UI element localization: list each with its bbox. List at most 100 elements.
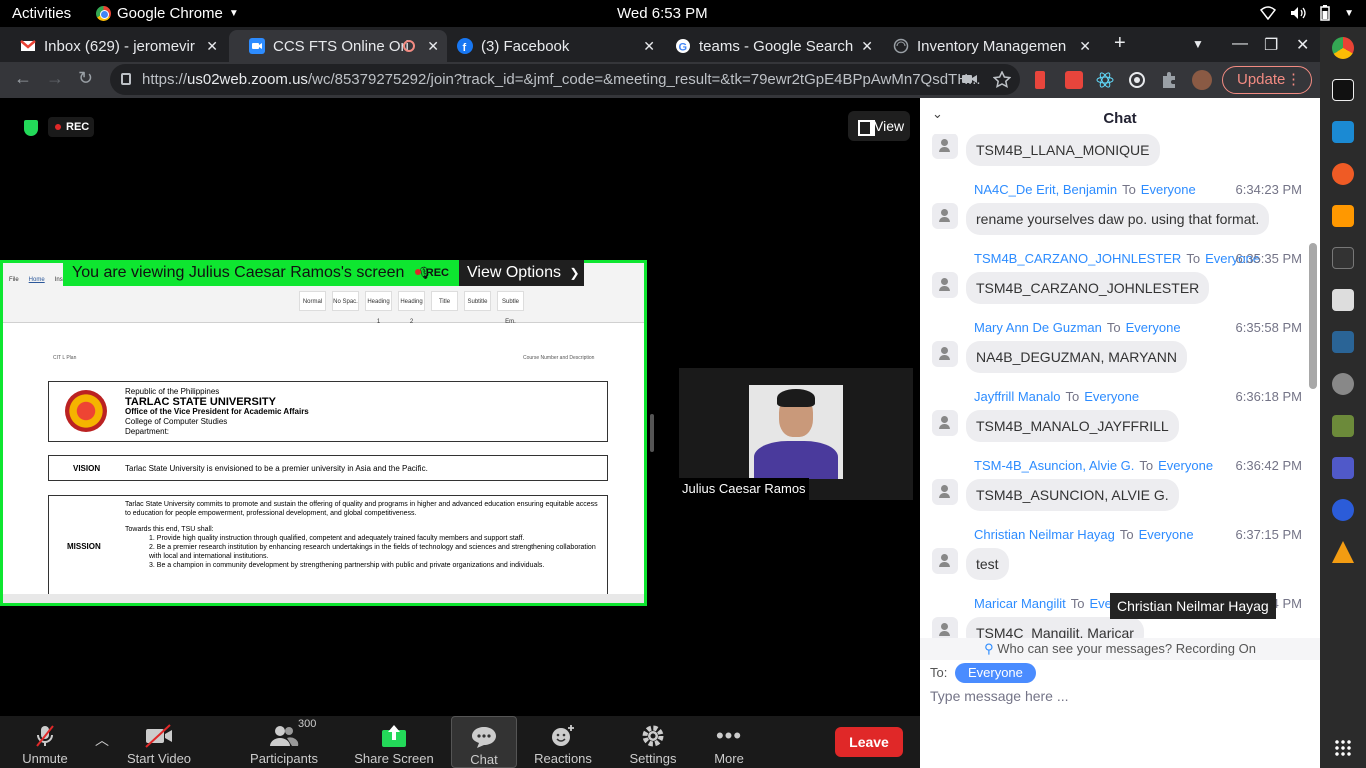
participant-video-tile[interactable]: Julius Caesar Ramos bbox=[679, 368, 913, 500]
unmute-button[interactable]: Unmute bbox=[12, 716, 78, 768]
close-icon[interactable]: ✕ bbox=[643, 38, 655, 55]
shared-screen[interactable]: File Home Insert Normal No Spac. Heading… bbox=[0, 260, 647, 606]
bookmark-star-icon[interactable] bbox=[993, 71, 1011, 89]
view-button[interactable]: View bbox=[848, 111, 910, 141]
chrome-icon bbox=[96, 6, 111, 21]
message-sender[interactable]: Mary Ann De Guzman bbox=[974, 320, 1102, 335]
chat-bubble: NA4B_DEGUZMAN, MARYANN bbox=[966, 341, 1187, 373]
message-sender[interactable]: TSM4B_CARZANO_JOHNLESTER bbox=[974, 251, 1181, 266]
vlc-icon[interactable] bbox=[1332, 541, 1354, 563]
extension-red-icon[interactable] bbox=[1035, 71, 1045, 89]
app-menu[interactable]: Google Chrome ▼ bbox=[96, 5, 239, 22]
sharing-banner: You are viewing Julius Caesar Ramos's sc… bbox=[63, 260, 459, 286]
chat-message-input[interactable] bbox=[930, 684, 1310, 708]
message-to: To bbox=[1065, 389, 1080, 404]
clock[interactable]: Wed 6:53 PM bbox=[617, 5, 708, 22]
tab-google-search[interactable]: G teams - Google Search ✕ bbox=[655, 30, 881, 62]
chat-bubble: TSM4B_LLANA_MONIQUE bbox=[966, 134, 1160, 166]
sender-tooltip: Christian Neilmar Hayag bbox=[1110, 593, 1276, 619]
calculator-icon[interactable] bbox=[1332, 415, 1354, 437]
sublime-icon[interactable] bbox=[1332, 205, 1354, 227]
profile-avatar[interactable] bbox=[1192, 70, 1212, 90]
security-shield-icon[interactable] bbox=[24, 120, 38, 136]
tab-search-button[interactable]: ▼ bbox=[1192, 37, 1204, 51]
participant-photo bbox=[749, 385, 843, 479]
close-icon[interactable]: ✕ bbox=[861, 38, 873, 55]
participants-button[interactable]: Participants 300 bbox=[246, 716, 322, 768]
message-to: To bbox=[1139, 458, 1154, 473]
message-sender[interactable]: NA4C_De Erit, Benjamin bbox=[974, 182, 1117, 197]
tab-title: Inbox (629) - jeromevir bbox=[44, 37, 195, 55]
chat-button[interactable]: Chat bbox=[451, 716, 517, 768]
recipient-dropdown[interactable]: Everyone bbox=[954, 663, 1036, 683]
leave-button[interactable]: Leave bbox=[835, 727, 903, 757]
extension-pinned-icon[interactable] bbox=[1065, 71, 1083, 89]
chat-bubble: test bbox=[966, 548, 1009, 580]
close-icon[interactable]: ✕ bbox=[206, 38, 218, 55]
back-button[interactable]: ← bbox=[14, 68, 32, 89]
maximize-button[interactable]: ❐ bbox=[1264, 35, 1278, 55]
chevron-down-icon: ❯ bbox=[569, 266, 580, 280]
chat-header: ⌄ Chat bbox=[920, 98, 1320, 138]
system-top-bar: Activities Google Chrome ▼ Wed 6:53 PM ▼ bbox=[0, 0, 1366, 27]
window-close-button[interactable]: ✕ bbox=[1296, 35, 1309, 55]
jetbrains-icon[interactable] bbox=[1332, 79, 1354, 101]
chat-scrollbar[interactable] bbox=[1309, 243, 1317, 389]
message-sender[interactable]: Jayffrill Manalo bbox=[974, 389, 1060, 404]
style-swatch: No Spac. bbox=[332, 291, 359, 311]
minimize-button[interactable]: — bbox=[1232, 35, 1248, 53]
wps-office-icon[interactable] bbox=[1332, 499, 1354, 521]
url-host: us02web.zoom.us bbox=[187, 71, 308, 88]
teams-icon[interactable] bbox=[1332, 457, 1354, 479]
microphone-muted-icon bbox=[36, 725, 54, 747]
forward-button[interactable]: → bbox=[46, 68, 64, 89]
postman-icon[interactable] bbox=[1332, 163, 1354, 185]
message-sender[interactable]: TSM-4B_Asuncion, Alvie G. bbox=[974, 458, 1134, 473]
activities-button[interactable]: Activities bbox=[12, 5, 71, 22]
tab-zoom[interactable]: CCS FTS Online Ori ✕ bbox=[229, 30, 447, 62]
more-button[interactable]: ••• More bbox=[696, 716, 762, 768]
message-sender[interactable]: Maricar Mangilit bbox=[974, 596, 1066, 611]
settings-dock-icon[interactable] bbox=[1332, 373, 1354, 395]
sender-avatar-icon bbox=[932, 410, 958, 436]
show-applications-icon[interactable] bbox=[1334, 739, 1352, 757]
target-extension-icon[interactable] bbox=[1128, 71, 1146, 89]
audio-options-button[interactable]: ︿ bbox=[88, 716, 116, 768]
new-tab-button[interactable]: + bbox=[1114, 32, 1126, 55]
system-tray[interactable]: ▼ bbox=[1260, 5, 1354, 21]
vscode-icon[interactable] bbox=[1332, 121, 1354, 143]
recording-badge[interactable]: REC bbox=[48, 117, 94, 137]
tab-facebook[interactable]: f (3) Facebook ✕ bbox=[437, 30, 663, 62]
privacy-notice[interactable]: ⚲ Who can see your messages? Recording O… bbox=[920, 638, 1320, 660]
message-sender[interactable]: Christian Neilmar Hayag bbox=[974, 527, 1115, 542]
chrome-dock-icon[interactable] bbox=[1332, 37, 1354, 59]
close-icon[interactable]: ✕ bbox=[1079, 38, 1091, 55]
update-button[interactable]: Update ⋮ bbox=[1222, 66, 1312, 94]
extensions-puzzle-icon[interactable] bbox=[1160, 71, 1178, 89]
chat-message-list[interactable]: TSM4B_LLANA_MONIQUE NA4C_De Erit, Benjam… bbox=[920, 134, 1310, 638]
terminal-icon[interactable] bbox=[1332, 247, 1354, 269]
react-devtools-icon[interactable] bbox=[1096, 71, 1114, 89]
camera-blocked-icon[interactable] bbox=[962, 73, 978, 85]
reactions-button[interactable]: Reactions bbox=[530, 716, 596, 768]
view-options-dropdown[interactable]: View Options ❯ bbox=[459, 260, 584, 286]
tab-gmail[interactable]: Inbox (629) - jeromevir ✕ bbox=[0, 30, 226, 62]
screen: Activities Google Chrome ▼ Wed 6:53 PM ▼… bbox=[0, 0, 1366, 768]
share-screen-button[interactable]: Share Screen bbox=[354, 716, 434, 768]
reload-button[interactable]: ↻ bbox=[78, 68, 93, 89]
splitter-handle[interactable] bbox=[650, 414, 654, 452]
settings-button[interactable]: Settings bbox=[620, 716, 686, 768]
tab-title: CCS FTS Online Ori bbox=[273, 37, 409, 55]
files-icon[interactable] bbox=[1332, 289, 1354, 311]
mysql-workbench-icon[interactable] bbox=[1332, 331, 1354, 353]
chat-bubble: TSM4C_Mangilit, Maricar bbox=[966, 617, 1144, 638]
address-bar[interactable]: https://us02web.zoom.us/wc/85379275292/j… bbox=[110, 64, 1020, 95]
word-menu-item: File bbox=[9, 277, 19, 283]
tab-inventory[interactable]: Inventory Managemen ✕ bbox=[873, 30, 1099, 62]
mission-item: 1. Provide high quality instruction thro… bbox=[149, 535, 525, 542]
department-line: Department: bbox=[125, 427, 170, 436]
tab-strip: Inbox (629) - jeromevir ✕ CCS FTS Online… bbox=[0, 27, 1320, 62]
message-header: Christian Neilmar Hayag To Everyone 6:37:1… bbox=[974, 527, 1302, 542]
sender-avatar-icon bbox=[932, 272, 958, 298]
start-video-button[interactable]: Start Video bbox=[122, 716, 196, 768]
